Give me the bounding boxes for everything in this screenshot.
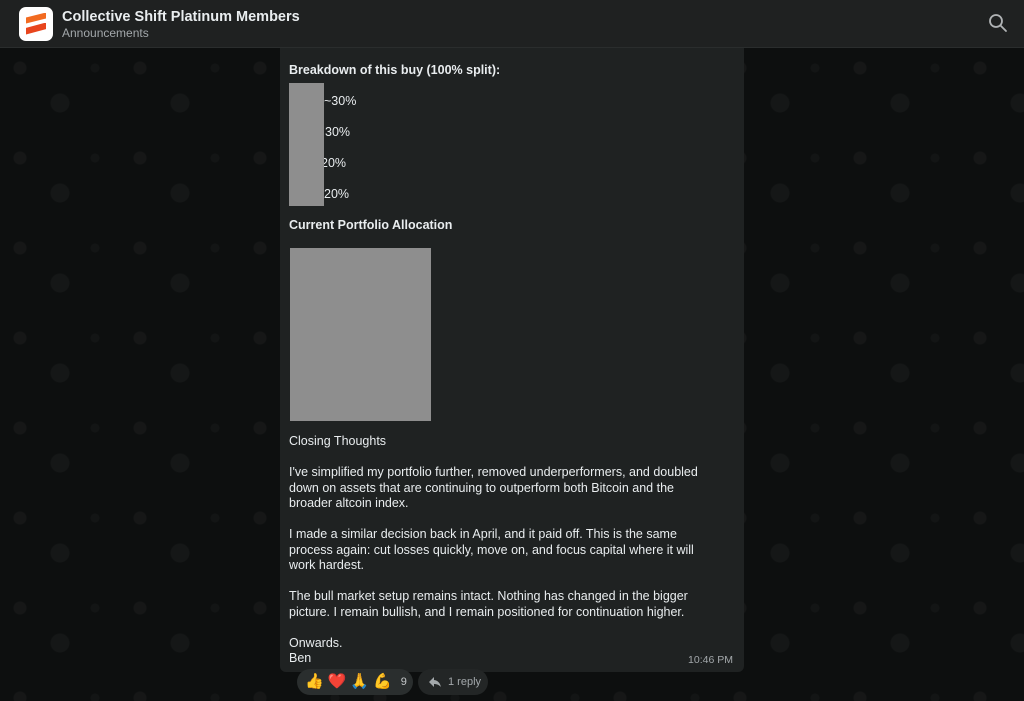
breakdown-item: 20% bbox=[321, 156, 347, 170]
search-icon[interactable] bbox=[988, 13, 1008, 33]
channel-title[interactable]: Collective Shift Platinum Members bbox=[62, 8, 300, 26]
redacted-block bbox=[289, 83, 324, 206]
paragraph-line: process again: cut losses quickly, move … bbox=[289, 543, 694, 557]
portfolio-title: Current Portfolio Allocation bbox=[289, 218, 453, 232]
thumbs-up-icon[interactable]: 👍 bbox=[305, 669, 324, 695]
redacted-portfolio-image bbox=[290, 248, 431, 421]
channel-avatar[interactable] bbox=[19, 6, 53, 41]
breakdown-item: 20% bbox=[324, 187, 350, 201]
paragraph-line: The bull market setup remains intact. No… bbox=[289, 589, 688, 603]
breakdown-title: Breakdown of this buy (100% split): bbox=[289, 63, 501, 77]
paragraph-line: picture. I remain bullish, and I remain … bbox=[289, 605, 685, 619]
signoff: Onwards. bbox=[289, 636, 343, 650]
reply-button[interactable]: 1 reply bbox=[418, 669, 488, 695]
collective-shift-logo-icon bbox=[26, 12, 46, 35]
flexed-bicep-icon[interactable]: 💪 bbox=[373, 669, 392, 695]
message-bubble[interactable]: Breakdown of this buy (100% split): ~30%… bbox=[280, 48, 744, 672]
heart-icon[interactable]: ❤️ bbox=[328, 669, 347, 695]
paragraph-line: broader altcoin index. bbox=[289, 496, 409, 510]
breakdown-item: ~30% bbox=[324, 94, 357, 108]
paragraph-line: I've simplified my portfolio further, re… bbox=[289, 465, 698, 479]
reply-label: 1 reply bbox=[448, 676, 482, 688]
chat-header: Collective Shift Platinum Members Announ… bbox=[0, 0, 1024, 48]
message-time: 10:46 PM bbox=[688, 654, 733, 666]
reactions-bar[interactable]: 👍 ❤️ 🙏 💪 9 bbox=[297, 669, 413, 695]
author: Ben bbox=[289, 651, 312, 665]
reply-arrow-icon bbox=[429, 677, 441, 687]
paragraph-line: I made a similar decision back in April,… bbox=[289, 527, 677, 541]
breakdown-item: 30% bbox=[325, 125, 351, 139]
channel-subtitle: Announcements bbox=[62, 25, 149, 40]
paragraph-line: work hardest. bbox=[289, 558, 365, 572]
reaction-count: 9 bbox=[400, 676, 407, 688]
closing-title: Closing Thoughts bbox=[289, 434, 387, 448]
pray-icon[interactable]: 🙏 bbox=[350, 669, 369, 695]
paragraph-line: down on assets that are continuing to ou… bbox=[289, 481, 674, 495]
